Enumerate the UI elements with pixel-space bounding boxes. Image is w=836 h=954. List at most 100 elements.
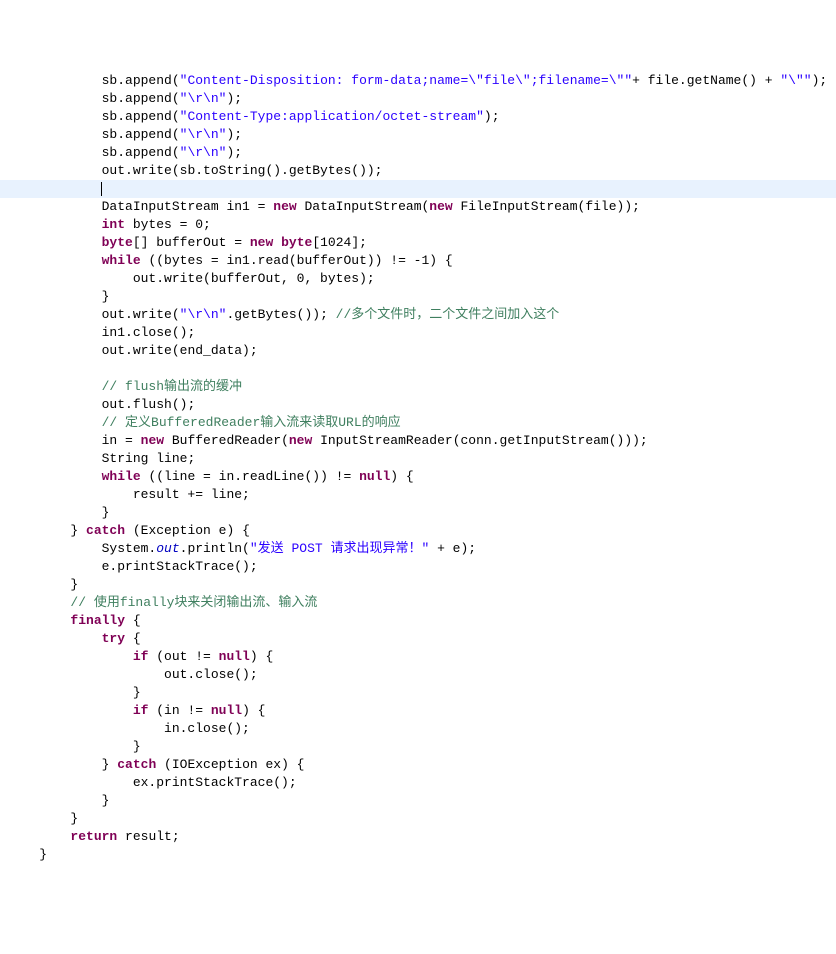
token-str: "\r\n" bbox=[180, 145, 227, 160]
code-line[interactable]: } bbox=[0, 684, 836, 702]
token-plain: (in != bbox=[148, 703, 210, 718]
token-kw: new bbox=[141, 433, 164, 448]
token-plain: } bbox=[102, 757, 118, 772]
code-line[interactable]: out.write("\r\n".getBytes()); //多个文件时，二个… bbox=[0, 306, 836, 324]
code-editor[interactable]: sb.append("Content-Disposition: form-dat… bbox=[0, 72, 836, 864]
token-kw: byte bbox=[281, 235, 312, 250]
token-plain: ); bbox=[226, 91, 242, 106]
token-plain: String line; bbox=[102, 451, 196, 466]
token-kw: try bbox=[102, 631, 125, 646]
token-plain: ) { bbox=[250, 649, 273, 664]
code-line[interactable]: sb.append("\r\n"); bbox=[0, 90, 836, 108]
token-kw: if bbox=[133, 649, 149, 664]
code-line[interactable]: } catch (Exception e) { bbox=[0, 522, 836, 540]
code-line[interactable]: out.write(end_data); bbox=[0, 342, 836, 360]
code-line[interactable]: String line; bbox=[0, 450, 836, 468]
token-plain: sb.append( bbox=[102, 127, 180, 142]
token-plain bbox=[273, 235, 281, 250]
token-kw: null bbox=[211, 703, 242, 718]
token-plain: ); bbox=[812, 73, 828, 88]
code-line[interactable]: // flush输出流的缓冲 bbox=[0, 378, 836, 396]
code-line[interactable]: while ((line = in.readLine()) != null) { bbox=[0, 468, 836, 486]
code-line[interactable]: e.printStackTrace(); bbox=[0, 558, 836, 576]
token-plain: System. bbox=[102, 541, 157, 556]
code-line[interactable]: sb.append("\r\n"); bbox=[0, 144, 836, 162]
token-plain: in.close(); bbox=[164, 721, 250, 736]
token-kw: new bbox=[429, 199, 452, 214]
token-kw: while bbox=[102, 253, 141, 268]
code-line[interactable]: out.flush(); bbox=[0, 396, 836, 414]
token-plain: out.flush(); bbox=[102, 397, 196, 412]
token-str: "Content-Disposition: form-data;name=\"f… bbox=[180, 73, 632, 88]
token-plain: .getBytes()); bbox=[226, 307, 335, 322]
token-plain: ); bbox=[484, 109, 500, 124]
code-line[interactable]: } catch (IOException ex) { bbox=[0, 756, 836, 774]
token-plain: ex.printStackTrace(); bbox=[133, 775, 297, 790]
code-line[interactable]: finally { bbox=[0, 612, 836, 630]
token-plain: result += line; bbox=[133, 487, 250, 502]
token-plain: } bbox=[70, 811, 78, 826]
code-line[interactable]: } bbox=[0, 288, 836, 306]
code-line[interactable]: ex.printStackTrace(); bbox=[0, 774, 836, 792]
token-kw: catch bbox=[117, 757, 156, 772]
code-line[interactable]: sb.append("Content-Disposition: form-dat… bbox=[0, 72, 836, 90]
token-plain: BufferedReader( bbox=[164, 433, 289, 448]
token-com: // 使用finally块来关闭输出流、输入流 bbox=[70, 595, 317, 610]
token-plain: } bbox=[133, 739, 141, 754]
code-line[interactable]: result += line; bbox=[0, 486, 836, 504]
token-com: // 定义BufferedReader输入流来读取URL的响应 bbox=[102, 415, 401, 430]
code-line[interactable]: in = new BufferedReader(new InputStreamR… bbox=[0, 432, 836, 450]
code-line[interactable] bbox=[0, 360, 836, 378]
code-line[interactable]: } bbox=[0, 792, 836, 810]
token-kw: return bbox=[70, 829, 117, 844]
code-line[interactable]: } bbox=[0, 504, 836, 522]
code-line[interactable]: // 使用finally块来关闭输出流、输入流 bbox=[0, 594, 836, 612]
code-line[interactable]: return result; bbox=[0, 828, 836, 846]
code-line[interactable]: DataInputStream in1 = new DataInputStrea… bbox=[0, 198, 836, 216]
token-plain: out.write( bbox=[102, 307, 180, 322]
token-kw: finally bbox=[70, 613, 125, 628]
token-plain: + e); bbox=[429, 541, 476, 556]
token-plain: .println( bbox=[180, 541, 250, 556]
code-line[interactable]: if (out != null) { bbox=[0, 648, 836, 666]
token-str: "\r\n" bbox=[180, 127, 227, 142]
code-line[interactable]: } bbox=[0, 738, 836, 756]
code-line[interactable]: out.write(bufferOut, 0, bytes); bbox=[0, 270, 836, 288]
code-line[interactable]: int bytes = 0; bbox=[0, 216, 836, 234]
token-plain: in = bbox=[102, 433, 141, 448]
token-kw: new bbox=[273, 199, 296, 214]
token-str: "\r\n" bbox=[180, 307, 227, 322]
token-kw: byte bbox=[102, 235, 133, 250]
code-line[interactable]: } bbox=[0, 846, 836, 864]
code-line[interactable]: } bbox=[0, 810, 836, 828]
token-kw: if bbox=[133, 703, 149, 718]
token-plain: FileInputStream(file)); bbox=[453, 199, 640, 214]
token-plain: [] bufferOut = bbox=[133, 235, 250, 250]
code-line[interactable]: try { bbox=[0, 630, 836, 648]
code-line[interactable]: if (in != null) { bbox=[0, 702, 836, 720]
token-kw: while bbox=[102, 469, 141, 484]
code-line[interactable]: System.out.println("发送 POST 请求出现异常！" + e… bbox=[0, 540, 836, 558]
code-line[interactable]: sb.append("\r\n"); bbox=[0, 126, 836, 144]
code-line[interactable]: while ((bytes = in1.read(bufferOut)) != … bbox=[0, 252, 836, 270]
token-plain: sb.append( bbox=[102, 73, 180, 88]
token-plain: in1.close(); bbox=[102, 325, 196, 340]
code-line[interactable]: in1.close(); bbox=[0, 324, 836, 342]
code-line[interactable] bbox=[0, 180, 836, 198]
token-plain: out.write(sb.toString().getBytes()); bbox=[102, 163, 383, 178]
code-line[interactable]: // 定义BufferedReader输入流来读取URL的响应 bbox=[0, 414, 836, 432]
code-line[interactable]: sb.append("Content-Type:application/octe… bbox=[0, 108, 836, 126]
code-line[interactable]: in.close(); bbox=[0, 720, 836, 738]
token-com: //多个文件时，二个文件之间加入这个 bbox=[336, 307, 560, 322]
code-line[interactable]: } bbox=[0, 576, 836, 594]
code-line[interactable]: out.close(); bbox=[0, 666, 836, 684]
token-fld: out bbox=[156, 541, 179, 556]
token-plain: } bbox=[70, 523, 86, 538]
token-plain: DataInputStream( bbox=[297, 199, 430, 214]
code-line[interactable]: byte[] bufferOut = new byte[1024]; bbox=[0, 234, 836, 252]
token-plain: } bbox=[39, 847, 47, 862]
code-line[interactable]: out.write(sb.toString().getBytes()); bbox=[0, 162, 836, 180]
token-plain: } bbox=[102, 505, 110, 520]
token-plain: } bbox=[102, 793, 110, 808]
token-kw: new bbox=[250, 235, 273, 250]
